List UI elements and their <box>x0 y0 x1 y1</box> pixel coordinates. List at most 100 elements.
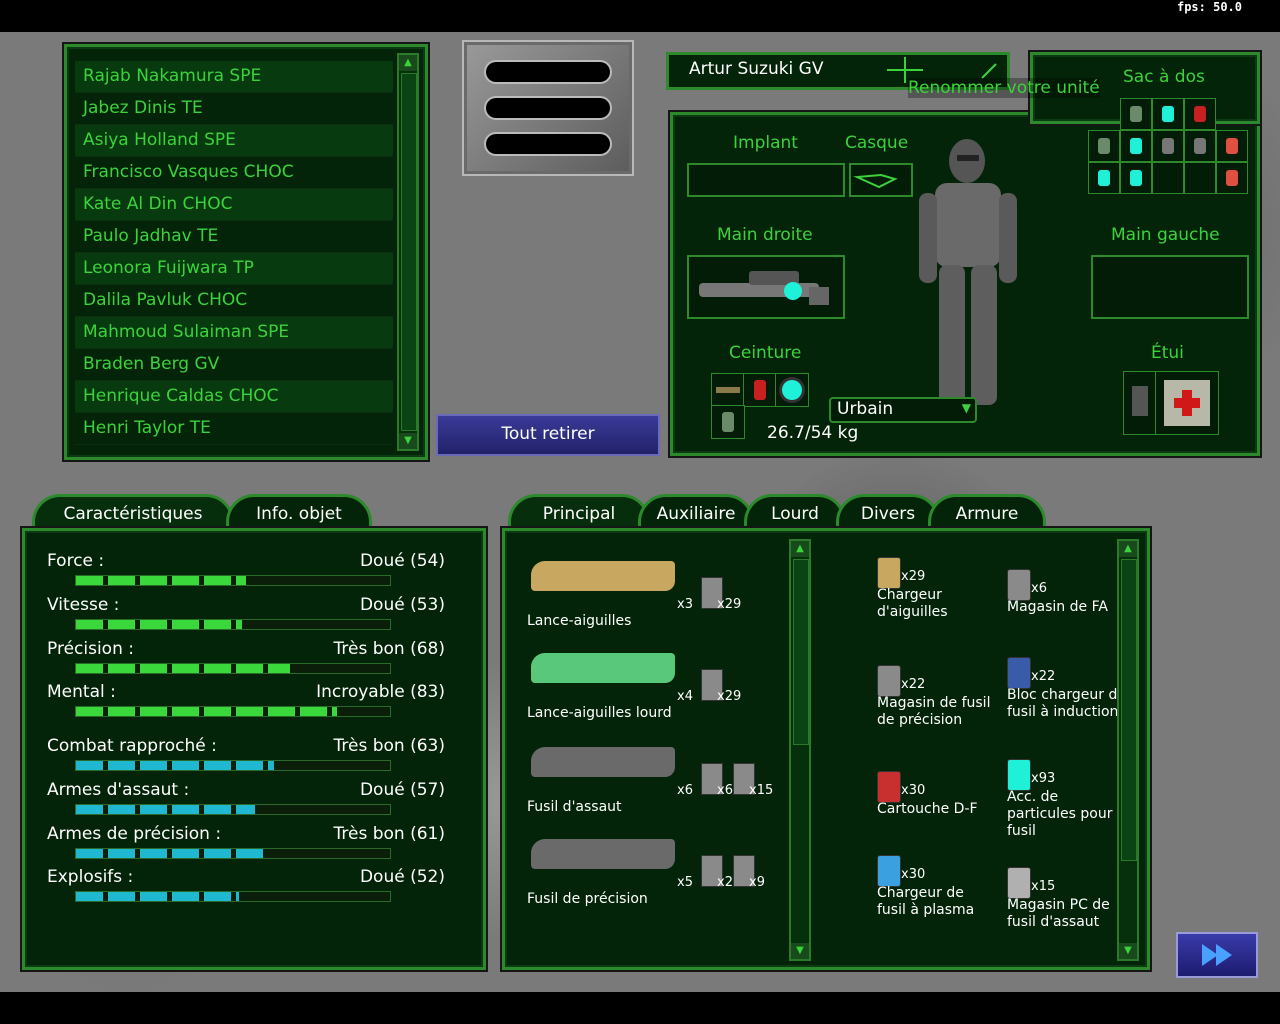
squad-slot[interactable] <box>486 62 610 82</box>
scroll-thumb[interactable] <box>1121 559 1137 861</box>
backpack-slot[interactable] <box>1120 162 1152 194</box>
stat-bar <box>75 663 391 674</box>
backpack-slot[interactable] <box>1088 130 1120 162</box>
tab-primary[interactable]: Principal <box>508 494 650 531</box>
squad-slot[interactable] <box>486 134 610 154</box>
helmet-label: Casque <box>845 133 909 153</box>
backpack-slot[interactable] <box>1184 130 1216 162</box>
ammo-scrollbar[interactable]: ▲ ▼ <box>1117 539 1139 961</box>
scroll-up-icon[interactable]: ▲ <box>791 541 809 557</box>
ammo-item-icon[interactable] <box>877 855 901 887</box>
ammo-item-icon[interactable] <box>877 665 901 697</box>
backpack-slot[interactable] <box>1152 162 1184 194</box>
unit-name[interactable]: Artur Suzuki GV <box>689 59 824 79</box>
weapon-name: Lance-aiguilles <box>527 613 632 629</box>
roster-item[interactable]: Jabez Dinis TE <box>75 93 393 125</box>
roster-item[interactable]: Henri Taylor TE <box>75 413 393 445</box>
roster-item[interactable]: Asiya Holland SPE <box>75 125 393 157</box>
scroll-down-icon[interactable]: ▼ <box>791 943 809 959</box>
weapon-icon[interactable] <box>531 747 675 777</box>
ammo-item-icon[interactable] <box>1007 569 1031 601</box>
dropdown-arrow-icon[interactable]: ▼ <box>962 401 971 415</box>
backpack-slot[interactable] <box>1088 162 1120 194</box>
stat-bar <box>75 706 391 717</box>
stat-bar-fill <box>76 892 240 901</box>
stat-bar-fill <box>76 849 268 858</box>
weapons-scrollbar[interactable]: ▲ ▼ <box>789 539 811 961</box>
ammo-item-count: x30 <box>901 783 926 798</box>
implant-slot[interactable] <box>687 163 845 197</box>
belt-slot[interactable] <box>775 373 809 407</box>
ammo-item-icon[interactable] <box>1007 867 1031 899</box>
roster-list: Rajab Nakamura SPE Jabez Dinis TE Asiya Ho… <box>75 61 393 445</box>
roster-item[interactable]: Rajab Nakamura SPE <box>75 61 393 93</box>
stat-name: Armes de précision : <box>47 824 222 844</box>
squad-slot[interactable] <box>486 98 610 118</box>
tab-heavy[interactable]: Lourd <box>744 494 846 531</box>
roster-item[interactable]: Kate Al Din CHOC <box>75 189 393 221</box>
backpack-slot[interactable] <box>1216 162 1248 194</box>
roster-item[interactable]: Dalila Pavluk CHOC <box>75 285 393 317</box>
roster-item[interactable]: Leonora Fuijwara TP <box>75 253 393 285</box>
stat-bar-fill <box>76 805 255 814</box>
ammo-item-count: x22 <box>901 677 926 692</box>
backpack-slot[interactable] <box>1152 130 1184 162</box>
right-hand-slot[interactable] <box>687 255 845 319</box>
next-button[interactable] <box>1176 932 1258 978</box>
medkit-slot[interactable] <box>1155 371 1219 435</box>
ammo-item-icon[interactable] <box>1007 657 1031 689</box>
helmet-slot[interactable] <box>849 163 913 197</box>
weapon-count: x3 <box>677 597 693 612</box>
weapon-icon[interactable] <box>531 561 675 591</box>
scroll-down-icon[interactable]: ▼ <box>1119 943 1137 959</box>
belt-slot[interactable] <box>711 405 745 439</box>
stat-bar <box>75 891 391 902</box>
camo-select[interactable]: Urbain ▼ <box>829 397 977 423</box>
stat-name: Force : <box>47 551 105 571</box>
ammo-item-icon[interactable] <box>1007 759 1031 791</box>
left-hand-slot[interactable] <box>1091 255 1249 319</box>
roster-item[interactable]: Mahmoud Sulaiman SPE <box>75 317 393 349</box>
weapon-icon[interactable] <box>531 839 675 869</box>
belt-slot[interactable] <box>743 373 777 407</box>
scroll-down-icon[interactable]: ▼ <box>399 433 417 449</box>
tab-armor[interactable]: Armure <box>928 494 1046 531</box>
scroll-up-icon[interactable]: ▲ <box>399 55 417 71</box>
backpack-slot[interactable] <box>1120 130 1152 162</box>
fps-counter: fps: 50.0 <box>1176 0 1242 14</box>
belt-label: Ceinture <box>729 343 802 363</box>
ammo-item-name: Chargeur d'aiguilles <box>877 587 948 620</box>
implant-label: Implant <box>733 133 798 153</box>
item-icon <box>1130 170 1142 186</box>
roster-item[interactable]: Braden Berg GV <box>75 349 393 381</box>
roster-item[interactable]: Francisco Vasques CHOC <box>75 157 393 189</box>
weapon-icon[interactable] <box>531 653 675 683</box>
goggles-icon <box>853 173 898 189</box>
backpack-slot[interactable] <box>1152 98 1184 130</box>
roster-item[interactable]: Paulo Jadhav TE <box>75 221 393 253</box>
backpack-slot[interactable] <box>1120 98 1152 130</box>
backpack-slot[interactable] <box>1184 98 1216 130</box>
tab-characteristics[interactable]: Caractéristiques <box>32 494 234 531</box>
ammo-count: x29 <box>717 597 742 612</box>
scroll-thumb[interactable] <box>401 73 417 431</box>
tab-item-info[interactable]: Info. objet <box>226 494 372 531</box>
holster-slot[interactable] <box>1123 371 1157 435</box>
roster-scrollbar[interactable]: ▲ ▼ <box>397 53 419 451</box>
item-icon <box>1226 170 1238 186</box>
item-icon <box>1194 106 1206 122</box>
belt-slot[interactable] <box>711 373 745 407</box>
scroll-up-icon[interactable]: ▲ <box>1119 541 1137 557</box>
tab-auxiliary[interactable]: Auxiliaire <box>638 494 754 531</box>
ammo-item-icon[interactable] <box>877 557 901 589</box>
backpack-slot[interactable] <box>1216 130 1248 162</box>
stat-value: Doué (53) <box>359 595 445 615</box>
tab-misc[interactable]: Divers <box>836 494 940 531</box>
scroll-thumb[interactable] <box>793 559 809 745</box>
roster-item[interactable]: Henrique Caldas CHOC <box>75 381 393 413</box>
remove-all-button[interactable]: Tout retirer <box>436 414 660 456</box>
ammo-item-icon[interactable] <box>877 771 901 803</box>
stats-panel: Force : Doué (54) Vitesse : Doué (53) Précis… <box>22 528 486 970</box>
backpack-label: Sac à dos <box>1123 67 1205 87</box>
backpack-slot[interactable] <box>1184 162 1216 194</box>
